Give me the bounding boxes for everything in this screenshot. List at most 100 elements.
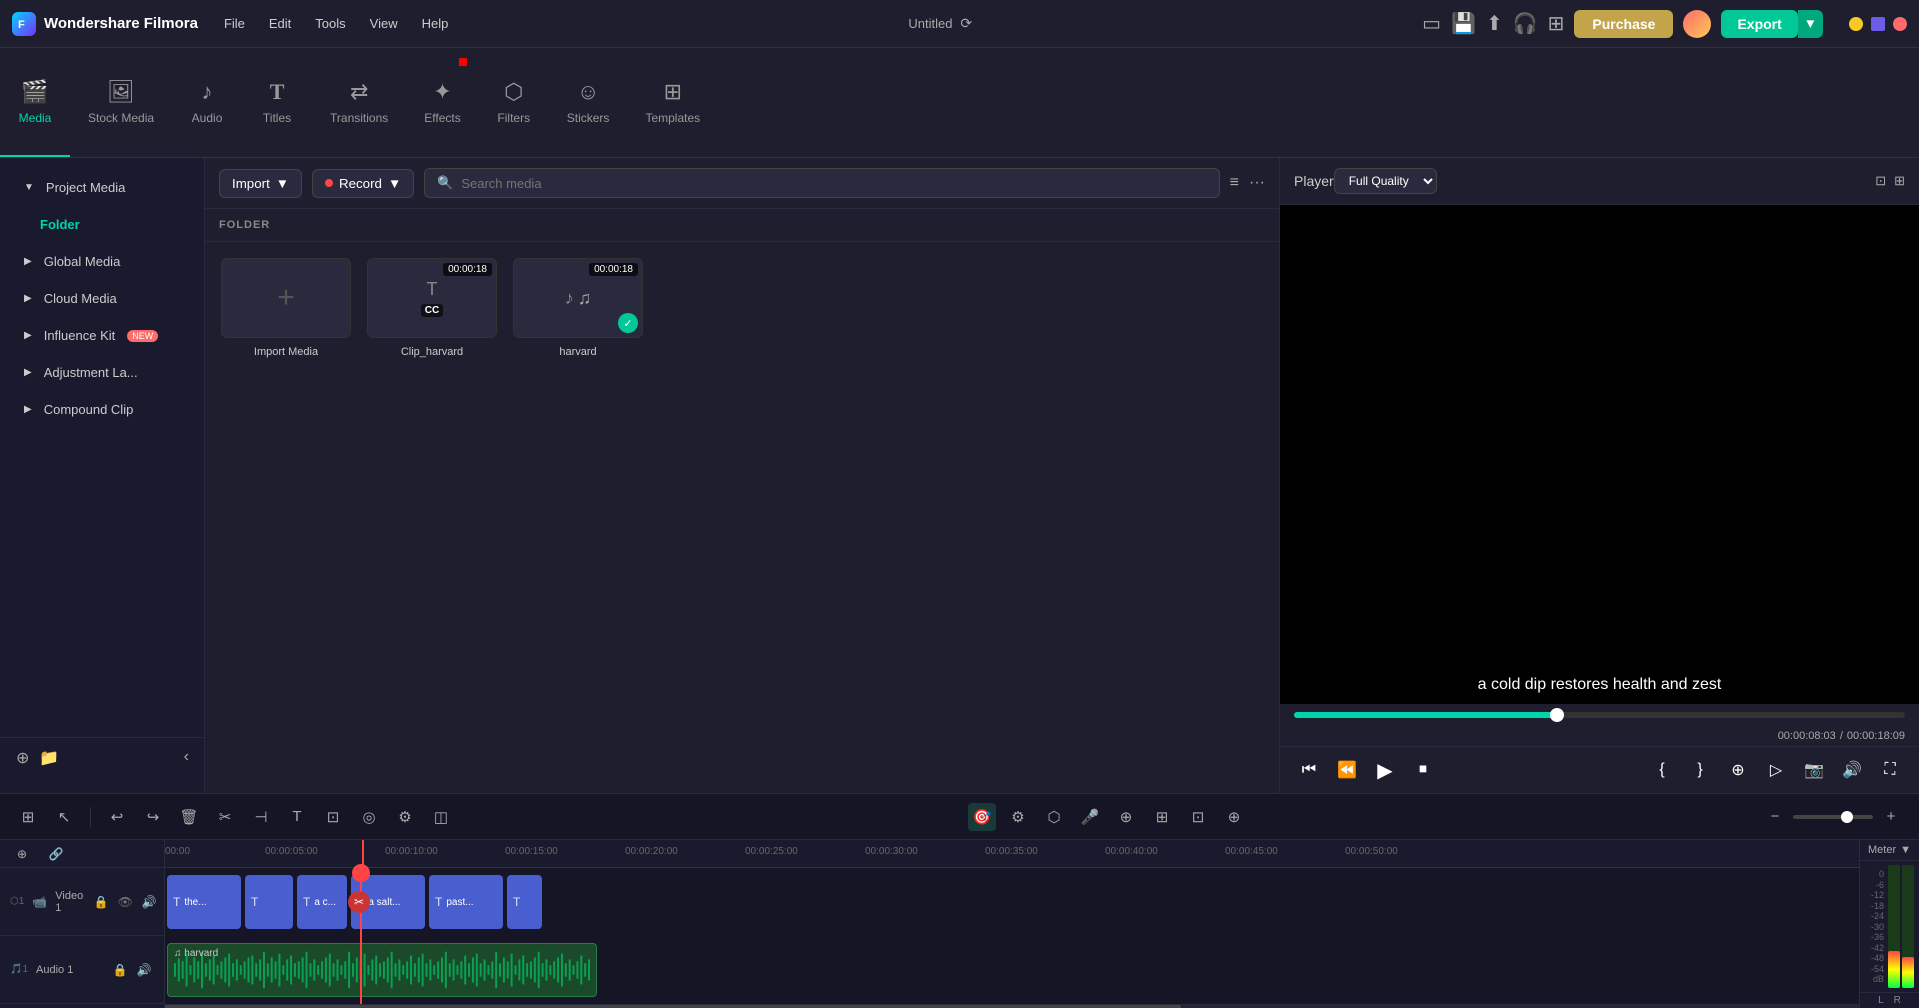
timeline-scrollbar[interactable] (165, 1004, 1859, 1008)
save-cloud-icon[interactable]: 💾 (1451, 11, 1476, 36)
quality-select[interactable]: Full Quality (1334, 168, 1437, 194)
tab-media[interactable]: 🎬 Media (0, 48, 70, 157)
tab-templates[interactable]: ⊞ Templates (627, 48, 718, 157)
mark-in-button[interactable]: { (1647, 755, 1677, 785)
media-item-import[interactable]: + Import Media (221, 258, 351, 777)
zoom-in-button[interactable]: + (1877, 803, 1905, 831)
meter-dropdown-icon[interactable]: ▼ (1900, 844, 1911, 856)
close-button[interactable] (1893, 17, 1907, 31)
sidebar-item-global-media[interactable]: ▶ Global Media (8, 244, 196, 279)
add-track-button[interactable]: ⊕ (8, 840, 36, 868)
expand-icon[interactable]: ⊡ (1875, 173, 1886, 189)
timeline-cut-button[interactable]: ✂ (211, 803, 239, 831)
sidebar-item-cloud-media[interactable]: ▶ Cloud Media (8, 281, 196, 316)
tab-transitions[interactable]: ⇄ Transitions (312, 48, 406, 157)
timeline-picture-button[interactable]: ⊞ (1148, 803, 1176, 831)
timeline-mic-button[interactable]: 🎤 (1076, 803, 1104, 831)
tab-stickers[interactable]: ☺ Stickers (549, 48, 628, 157)
maximize-button[interactable] (1871, 17, 1885, 31)
filter-icon[interactable]: ≡ (1230, 174, 1239, 192)
timeline-freeze-button[interactable]: ◎ (355, 803, 383, 831)
sidebar-item-project-media[interactable]: ▼ Project Media (8, 170, 196, 205)
player-settings-icon[interactable]: ⊞ (1894, 173, 1905, 189)
insert-button[interactable]: ⊕ (1723, 755, 1753, 785)
progress-bar[interactable] (1294, 712, 1905, 718)
export-dropdown-button[interactable]: ▼ (1798, 10, 1823, 38)
zoom-out-button[interactable]: − (1761, 803, 1789, 831)
add-folder-icon[interactable]: ⊕ (16, 748, 29, 768)
video1-hide-button[interactable]: 👁 (115, 892, 135, 912)
video-clip-3[interactable]: T a c... (297, 875, 347, 929)
more-options-icon[interactable]: ··· (1249, 174, 1265, 192)
purchase-button[interactable]: Purchase (1574, 10, 1673, 38)
sidebar-item-adjustment-layer[interactable]: ▶ Adjustment La... (8, 355, 196, 390)
menu-edit[interactable]: Edit (259, 12, 301, 35)
timeline-crop-button[interactable]: ⊡ (319, 803, 347, 831)
timeline-grid-button[interactable]: ⊞ (14, 803, 42, 831)
audio1-lock-button[interactable]: 🔒 (110, 960, 130, 980)
headphone-icon[interactable]: 🎧 (1513, 11, 1538, 36)
timeline-stabilize-button[interactable]: ⊕ (1112, 803, 1140, 831)
timeline-content[interactable]: 00:00 00:00:05:00 00:00:10:00 00:00:15:0… (165, 840, 1859, 1008)
tab-audio[interactable]: ♪ Audio (172, 48, 242, 157)
video-clip-1[interactable]: T the... (167, 875, 241, 929)
audio-clip-1[interactable]: ♫ harvard (167, 943, 597, 997)
media-item-clip-harvard[interactable]: 00:00:18 T CC Clip_harvard (367, 258, 497, 777)
menu-help[interactable]: Help (412, 12, 459, 35)
import-button[interactable]: Import ▼ (219, 169, 302, 198)
snapshot-button[interactable]: 📷 (1799, 755, 1829, 785)
menu-tools[interactable]: Tools (305, 12, 355, 35)
media-item-harvard[interactable]: 00:00:18 ♪ ♫ ✓ harvard (513, 258, 643, 777)
search-input[interactable] (461, 176, 1206, 191)
zoom-slider[interactable] (1793, 815, 1873, 819)
timeline-motion-button[interactable]: ⚙ (1004, 803, 1032, 831)
timeline-redo-button[interactable]: ↪ (139, 803, 167, 831)
timeline-insert-button[interactable]: ⊕ (1220, 803, 1248, 831)
timeline-split-button[interactable]: ⊣ (247, 803, 275, 831)
timeline-screen-button[interactable]: ⊡ (1184, 803, 1212, 831)
tab-effects[interactable]: ✦ Effects (406, 48, 478, 157)
volume-button[interactable]: 🔊 (1837, 755, 1867, 785)
rewind-button[interactable]: ⏮ (1294, 755, 1324, 785)
sidebar-item-folder[interactable]: Folder (8, 207, 196, 242)
timeline-composite-button[interactable]: ◫ (427, 803, 455, 831)
mark-out-button[interactable]: } (1685, 755, 1715, 785)
video1-lock-button[interactable]: 🔒 (91, 892, 111, 912)
tab-titles[interactable]: T Titles (242, 48, 312, 157)
fullscreen-button[interactable]: ⛶ (1875, 755, 1905, 785)
search-box[interactable]: 🔍 (424, 168, 1220, 198)
timeline-select-button[interactable]: ↖ (50, 803, 78, 831)
tab-stock-media[interactable]: 🖼 Stock Media (70, 48, 172, 157)
overwrite-button[interactable]: ▷ (1761, 755, 1791, 785)
video-clip-6[interactable]: T (507, 875, 542, 929)
video1-volume-button[interactable]: 🔊 (139, 892, 159, 912)
timeline-adjust-button[interactable]: ⚙ (391, 803, 419, 831)
layout-icon[interactable]: ⊞ (1548, 11, 1565, 36)
timeline-shield-button[interactable]: ⬡ (1040, 803, 1068, 831)
monitor-icon[interactable]: ▭ (1422, 11, 1441, 36)
folder-icon[interactable]: 📁 (39, 748, 59, 768)
collapse-icon[interactable]: ‹ (184, 748, 189, 768)
minimize-button[interactable] (1849, 17, 1863, 31)
timeline-snapping-button[interactable]: 🎯 (968, 803, 996, 831)
tab-filters[interactable]: ⬡ Filters (479, 48, 549, 157)
play-prev-frame-button[interactable]: ⏪ (1332, 755, 1362, 785)
record-button[interactable]: Record ▼ (312, 169, 414, 198)
timeline-delete-button[interactable]: 🗑 (175, 803, 203, 831)
progress-thumb[interactable] (1550, 708, 1564, 722)
timeline-undo-button[interactable]: ↩ (103, 803, 131, 831)
playhead[interactable] (360, 868, 362, 1004)
export-button[interactable]: Export (1721, 10, 1797, 38)
stop-button[interactable]: ⏹ (1408, 755, 1438, 785)
menu-view[interactable]: View (360, 12, 408, 35)
play-button[interactable]: ▶ (1370, 755, 1400, 785)
video-clip-2[interactable]: T (245, 875, 293, 929)
sidebar-item-compound-clip[interactable]: ▶ Compound Clip (8, 392, 196, 427)
sidebar-item-influence-kit[interactable]: ▶ Influence Kit NEW (8, 318, 196, 353)
timeline-text-button[interactable]: T (283, 803, 311, 831)
link-tracks-button[interactable]: 🔗 (42, 840, 70, 868)
upload-icon[interactable]: ⬆ (1486, 11, 1503, 36)
audio1-volume-button[interactable]: 🔊 (134, 960, 154, 980)
avatar[interactable] (1683, 10, 1711, 38)
video-clip-5[interactable]: T past... (429, 875, 503, 929)
